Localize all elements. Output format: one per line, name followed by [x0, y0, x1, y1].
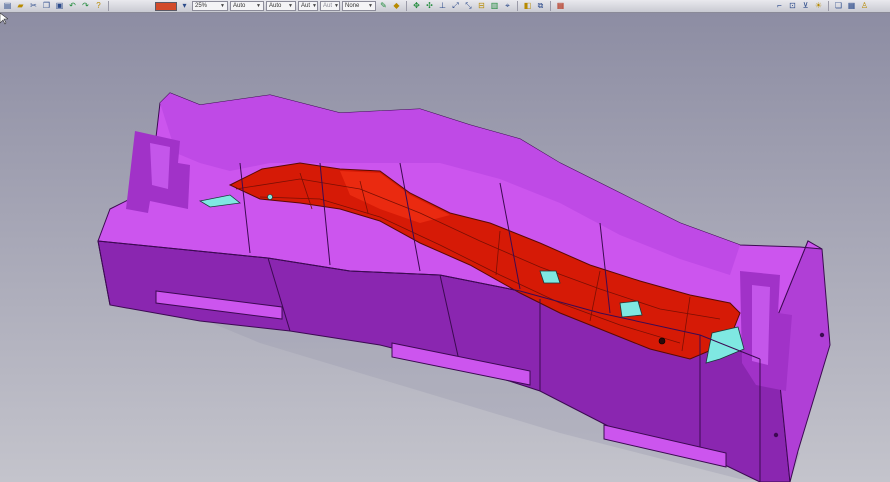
print-icon[interactable]: ▦ [555, 1, 566, 11]
field-3-dropdown[interactable]: Auto ▼ [266, 1, 296, 11]
layers-icon[interactable]: ⧉ [535, 1, 546, 11]
toolbar: ▤ ▰ ✂ ❐ ▣ ↶ ↷ ? ▾ 25% ▼ Auto ▼ Auto ▼ Aut ▼ … [0, 0, 890, 13]
mold-model [97, 92, 831, 482]
view-icon[interactable]: ⌖ [502, 1, 513, 11]
select-icon[interactable]: ⊡ [787, 1, 798, 11]
help-icon[interactable]: ? [93, 1, 104, 11]
lamp-icon[interactable]: ♙ [859, 1, 870, 11]
chevron-down-icon: ▼ [368, 3, 373, 9]
zoom-dropdown[interactable]: 25% ▼ [192, 1, 228, 11]
separator [828, 1, 829, 11]
undo-icon[interactable]: ↶ [67, 1, 78, 11]
cut-icon[interactable]: ✂ [28, 1, 39, 11]
separator [517, 1, 518, 11]
insert-right [619, 300, 643, 318]
field-5-dropdown[interactable]: Aut ▼ [320, 1, 340, 11]
open-icon[interactable]: ▰ [15, 1, 26, 11]
end-hole-2 [773, 432, 779, 438]
move-icon[interactable]: ✥ [411, 1, 422, 11]
paste-icon[interactable]: ▣ [54, 1, 65, 11]
field-4-dropdown[interactable]: Aut ▼ [298, 1, 318, 11]
color-swatch[interactable] [155, 1, 177, 11]
redo-icon[interactable]: ↷ [80, 1, 91, 11]
zoom-value: 25% [195, 3, 208, 9]
mouse-cursor-icon [0, 13, 8, 25]
insert-center [539, 270, 561, 284]
3d-viewport[interactable] [0, 13, 890, 482]
grid-icon[interactable]: ▦ [846, 1, 857, 11]
chevron-down-icon: ▼ [220, 3, 225, 9]
fit-icon[interactable]: ⤡ [463, 1, 474, 11]
left-notch-inner [150, 143, 170, 189]
end-hole-1 [819, 332, 825, 338]
render-icon[interactable]: ◧ [522, 1, 533, 11]
chevron-down-icon: ▼ [312, 3, 317, 9]
field-2-value: Auto [233, 3, 246, 9]
new-icon[interactable]: ▤ [2, 1, 13, 11]
field-3-value: Auto [269, 3, 282, 9]
field-4-value: Aut [301, 3, 311, 9]
chevron-down-icon: ▼ [334, 3, 339, 9]
field-6-value: None [345, 3, 360, 9]
filter-icon[interactable]: ⊻ [800, 1, 811, 11]
bolt-hole [658, 337, 666, 345]
section-icon[interactable]: ▥ [489, 1, 500, 11]
insert-hole [267, 194, 273, 200]
rotate-icon[interactable]: ✣ [424, 1, 435, 11]
right-notch-inner [752, 285, 770, 365]
field-2-dropdown[interactable]: Auto ▼ [230, 1, 264, 11]
copy-icon[interactable]: ❐ [41, 1, 52, 11]
field-6-dropdown[interactable]: None ▼ [342, 1, 376, 11]
separator [406, 1, 407, 11]
zoom-icon[interactable]: ⤢ [450, 1, 461, 11]
fill-icon[interactable]: ◆ [391, 1, 402, 11]
window-icon[interactable]: ❏ [833, 1, 844, 11]
light-icon[interactable]: ☀ [813, 1, 824, 11]
separator [550, 1, 551, 11]
field-5-value: Aut [323, 3, 333, 9]
chevron-down-icon: ▼ [288, 3, 293, 9]
chevron-down-icon: ▼ [256, 3, 261, 9]
separator [108, 1, 109, 11]
pan-icon[interactable]: ⊥ [437, 1, 448, 11]
measure-icon[interactable]: ⊟ [476, 1, 487, 11]
chevron-down-icon[interactable]: ▾ [179, 1, 190, 11]
pick-icon[interactable]: ⌐ [774, 1, 785, 11]
paint-icon[interactable]: ✎ [378, 1, 389, 11]
